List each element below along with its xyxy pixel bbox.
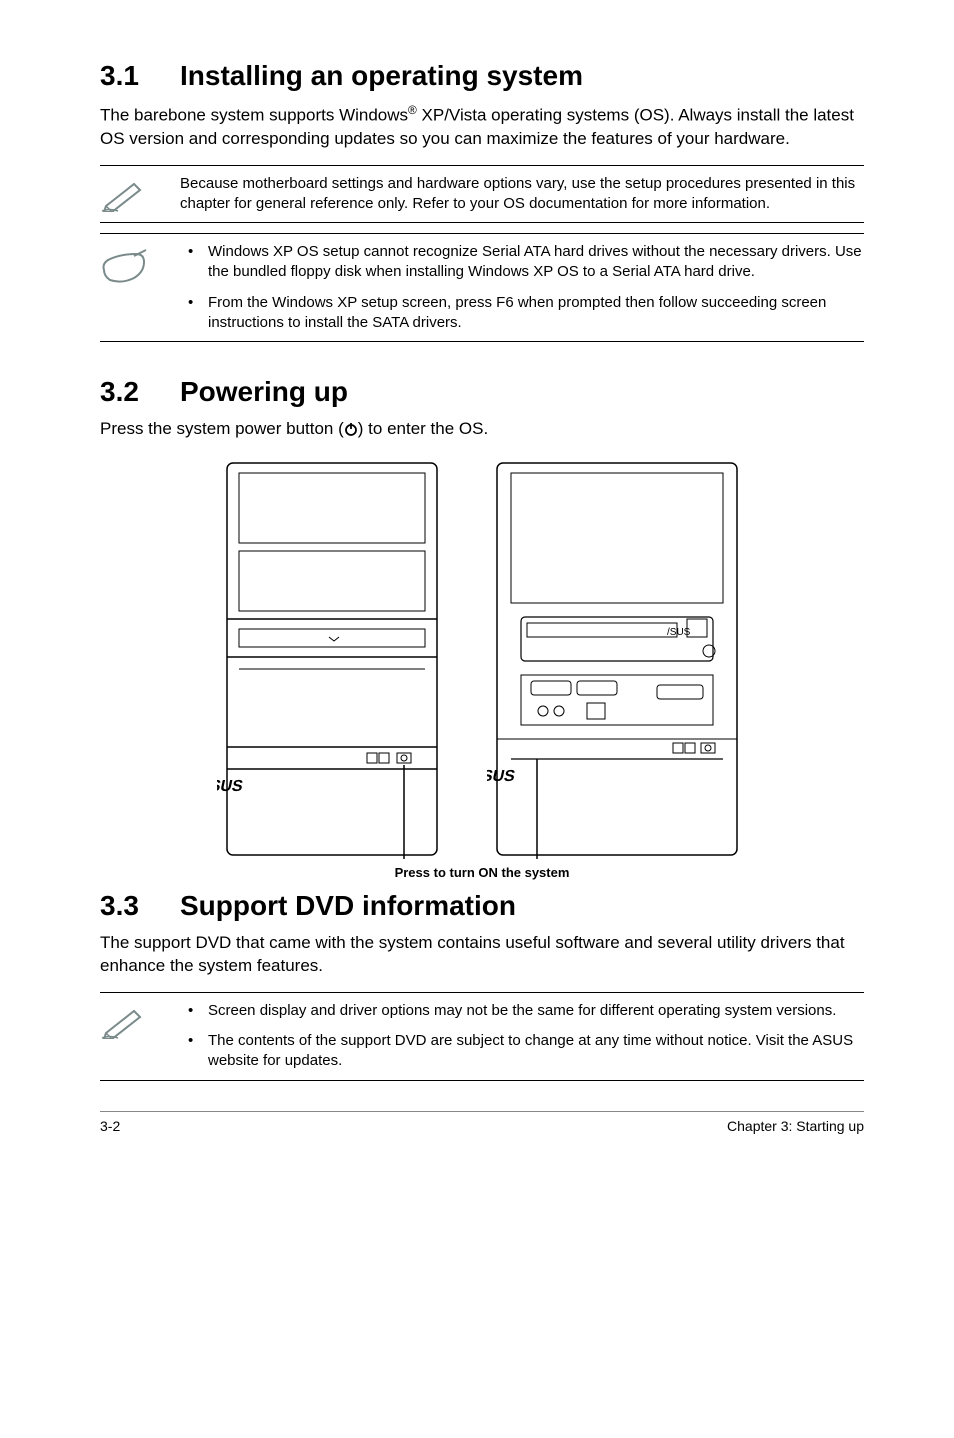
hand-pointer-icon bbox=[100, 242, 180, 286]
heading-3-3: 3.3Support DVD information bbox=[100, 890, 864, 922]
pencil-icon bbox=[100, 174, 180, 212]
heading-title: Support DVD information bbox=[180, 890, 516, 921]
heading-3-2: 3.2Powering up bbox=[100, 376, 864, 408]
heading-num: 3.1 bbox=[100, 60, 180, 92]
chapter-label: Chapter 3: Starting up bbox=[727, 1118, 864, 1134]
note-text: Screen display and driver options may no… bbox=[180, 1001, 864, 1072]
paragraph: The barebone system supports Windows® XP… bbox=[100, 102, 864, 151]
pencil-icon bbox=[100, 1001, 180, 1039]
note-bullet: Screen display and driver options may no… bbox=[180, 1001, 864, 1021]
paragraph: The support DVD that came with the syste… bbox=[100, 932, 864, 978]
text: Press the system power button ( bbox=[100, 419, 344, 438]
note-text: Windows XP OS setup cannot recognize Ser… bbox=[180, 242, 864, 333]
page-footer: 3-2 Chapter 3: Starting up bbox=[100, 1111, 864, 1134]
svg-text:/SUS: /SUS bbox=[487, 767, 517, 785]
note-bullet: The contents of the support DVD are subj… bbox=[180, 1031, 864, 1072]
note-text: Because motherboard settings and hardwar… bbox=[180, 174, 864, 215]
text: The barebone system supports Windows bbox=[100, 106, 408, 125]
figure: /SUS /SUS bbox=[100, 459, 864, 880]
note-bullet: Windows XP OS setup cannot recognize Ser… bbox=[180, 242, 864, 283]
note-block: Screen display and driver options may no… bbox=[100, 992, 864, 1081]
registered-mark: ® bbox=[408, 103, 417, 117]
page-number: 3-2 bbox=[100, 1118, 120, 1134]
heading-title: Powering up bbox=[180, 376, 348, 407]
note-block: Windows XP OS setup cannot recognize Ser… bbox=[100, 233, 864, 342]
text: ) to enter the OS. bbox=[358, 419, 488, 438]
heading-num: 3.2 bbox=[100, 376, 180, 408]
svg-text:/SUS: /SUS bbox=[667, 627, 691, 638]
svg-text:/SUS: /SUS bbox=[217, 777, 245, 795]
note-bullet: From the Windows XP setup screen, press … bbox=[180, 293, 864, 334]
tower-front-diagram: /SUS bbox=[217, 459, 447, 859]
power-icon bbox=[344, 422, 358, 436]
heading-3-1: 3.1Installing an operating system bbox=[100, 60, 864, 92]
heading-title: Installing an operating system bbox=[180, 60, 583, 91]
figure-caption: Press to turn ON the system bbox=[100, 865, 864, 880]
tower-front-diagram: /SUS bbox=[487, 459, 747, 859]
heading-num: 3.3 bbox=[100, 890, 180, 922]
paragraph: Press the system power button ( ) to ente… bbox=[100, 418, 864, 441]
note-block: Because motherboard settings and hardwar… bbox=[100, 165, 864, 224]
